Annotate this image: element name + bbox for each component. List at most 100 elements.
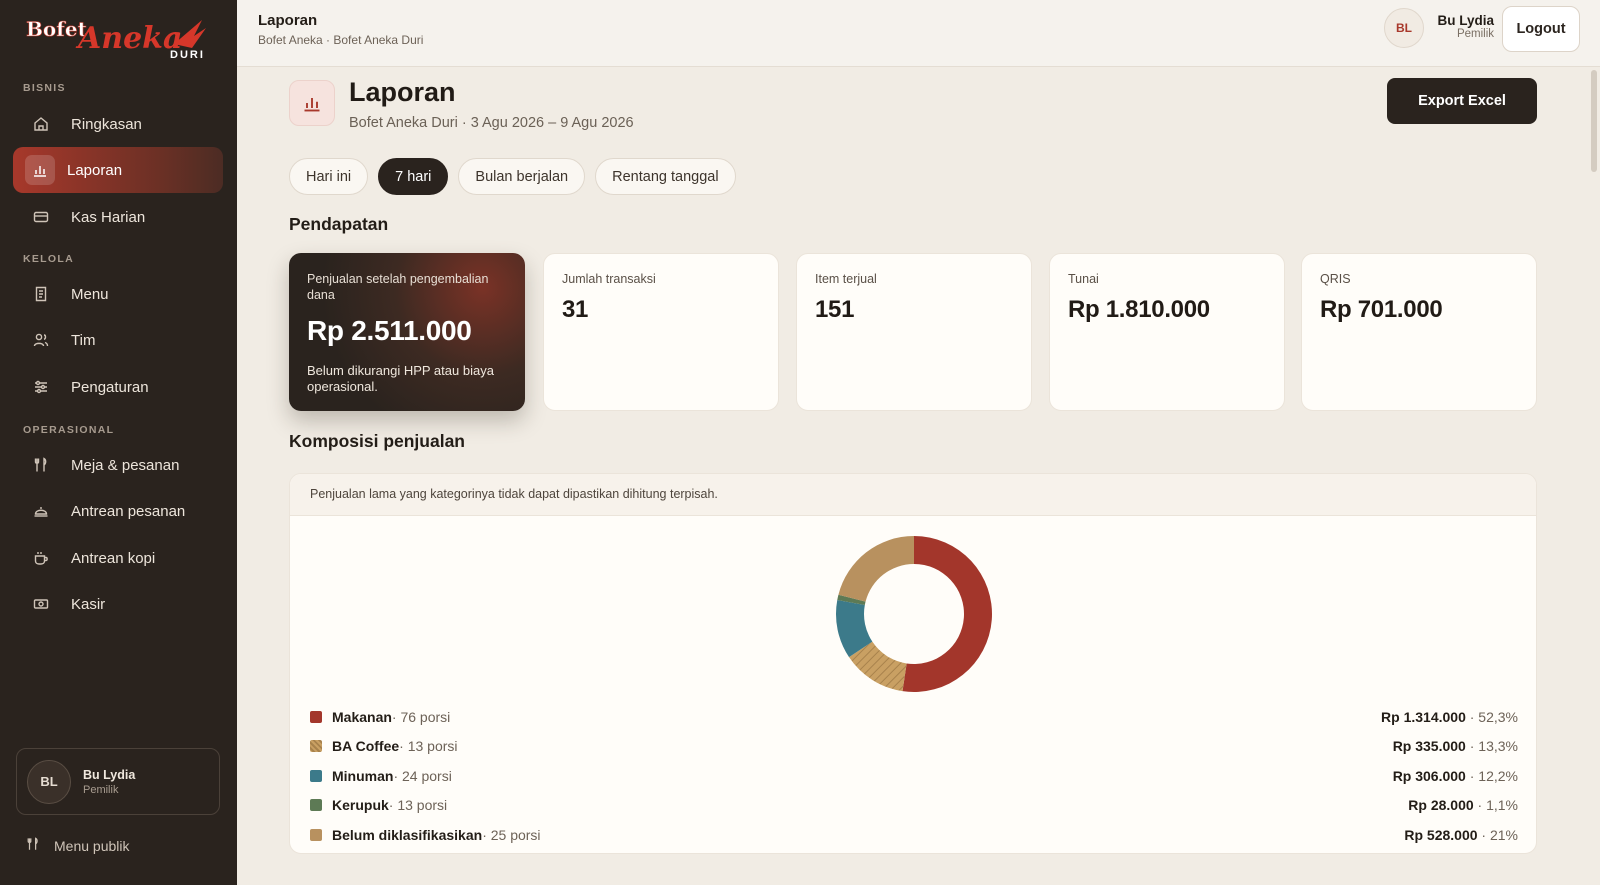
bar-chart-icon	[25, 155, 55, 185]
composition-note: Penjualan lama yang kategorinya tidak da…	[290, 474, 1536, 516]
sidebar: Bofet Aneka DURI BISNIS Ringkasan Lapora…	[0, 0, 237, 885]
export-excel-button[interactable]: Export Excel	[1387, 78, 1537, 124]
composition-legend: Makanan · 76 porsi Rp 1.314.000 · 52,3% …	[310, 702, 1518, 850]
public-menu-link[interactable]: Menu publik	[26, 836, 130, 855]
slice-makanan	[902, 536, 992, 692]
nav-section-kelola: KELOLA	[23, 253, 74, 265]
legend-amount: Rp 306.000	[1392, 767, 1466, 784]
legend-percent: · 13,3%	[1469, 738, 1518, 755]
nav-section-bisnis: BISNIS	[23, 82, 66, 94]
legend-meta: · 25 porsi	[482, 826, 541, 843]
cloche-icon	[31, 501, 51, 521]
card-value: 31	[562, 296, 589, 323]
sidebar-item-label: Antrean kopi	[71, 549, 156, 567]
sidebar-item-kas-harian[interactable]: Kas Harian	[13, 194, 223, 240]
composition-donut-chart	[836, 536, 992, 692]
logo-text-aneka: Aneka	[75, 21, 182, 56]
section-title-pendapatan: Pendapatan	[289, 214, 389, 234]
logo-text-duri: DURI	[170, 49, 205, 61]
sidebar-item-antrean-kopi[interactable]: Antrean kopi	[13, 535, 223, 581]
breadcrumb: Bofet Aneka · Bofet Aneka Duri	[258, 33, 424, 47]
composition-panel: Penjualan lama yang kategorinya tidak da…	[289, 473, 1537, 854]
stat-card-qris: QRIS Rp 701.000	[1301, 253, 1537, 411]
sidebar-item-kasir[interactable]: Kasir	[13, 581, 223, 627]
avatar[interactable]: BL	[1384, 8, 1424, 48]
user-role: Pemilik	[1456, 28, 1494, 40]
legend-amount: Rp 335.000	[1392, 738, 1466, 755]
legend-percent: · 12,2%	[1469, 767, 1518, 784]
legend-meta: · 13 porsi	[388, 797, 448, 814]
legend-percent: · 1,1%	[1477, 797, 1518, 814]
page-title: Laporan	[349, 77, 456, 107]
legend-name: Minuman	[332, 767, 394, 784]
stat-card-tunai: Tunai Rp 1.810.000	[1049, 253, 1285, 411]
legend-swatch	[310, 828, 322, 841]
sidebar-item-ringkasan[interactable]: Ringkasan	[13, 101, 223, 147]
card-note: Belum dikurangi HPP atau biaya operasion…	[307, 363, 494, 394]
sidebar-item-label: Antrean pesanan	[71, 502, 186, 520]
utensils-icon	[31, 455, 51, 475]
bar-chart-icon	[289, 80, 335, 126]
legend-amount: Rp 28.000	[1408, 797, 1474, 814]
page-subtitle: Bofet Aneka Duri · 3 Agu 2026 – 9 Agu 20…	[349, 115, 634, 131]
legend-percent: · 52,3%	[1469, 708, 1518, 725]
tab-bulan-berjalan[interactable]: Bulan berjalan	[458, 158, 586, 195]
sidebar-item-meja-pesanan[interactable]: Meja & pesanan	[13, 442, 223, 488]
nav-section-operasional: OPERASIONAL	[23, 424, 115, 436]
topbar-user: Bu Lydia Pemilik	[1434, 13, 1494, 40]
sidebar-item-label: Kas Harian	[71, 208, 146, 226]
card-value: Rp 701.000	[1320, 296, 1443, 323]
period-tabs: Hari ini 7 hari Bulan berjalan Rentang t…	[289, 158, 746, 195]
sidebar-user-card[interactable]: BL Bu Lydia Pemilik	[16, 748, 220, 815]
tab-hari-ini[interactable]: Hari ini	[289, 158, 369, 195]
sidebar-item-label: Laporan	[67, 161, 123, 179]
sidebar-item-menu[interactable]: Menu	[13, 271, 223, 317]
sidebar-item-label: Ringkasan	[71, 115, 142, 133]
tab-rentang-tanggal[interactable]: Rentang tanggal	[595, 158, 736, 195]
sidebar-item-label: Tim	[71, 331, 96, 349]
legend-meta: · 24 porsi	[393, 767, 452, 784]
section-title-komposisi: Komposisi penjualan	[289, 431, 465, 451]
user-name: Bu Lydia	[1437, 13, 1494, 28]
sidebar-item-pengaturan[interactable]: Pengaturan	[13, 364, 223, 410]
sidebar-item-label: Pengaturan	[71, 378, 149, 396]
legend-row-ba-coffee: BA Coffee · 13 porsi Rp 335.000 · 13,3%	[310, 732, 1518, 762]
slice-belum-diklasifikasikan	[838, 536, 914, 602]
scrollbar[interactable]	[1591, 70, 1597, 172]
avatar: BL	[27, 759, 71, 804]
legend-name: Makanan	[332, 708, 392, 725]
card-label: Penjualan setelah pengembalian dana	[307, 272, 489, 302]
receipt-icon	[31, 284, 51, 304]
coffee-icon	[31, 548, 51, 568]
sidebar-item-label: Meja & pesanan	[71, 456, 180, 474]
legend-swatch	[310, 769, 322, 782]
card-icon	[31, 207, 51, 227]
sidebar-item-antrean-pesanan[interactable]: Antrean pesanan	[13, 488, 223, 534]
card-label: QRIS	[1320, 272, 1351, 286]
sliders-icon	[31, 377, 51, 397]
legend-swatch	[310, 740, 322, 753]
tab-7-hari[interactable]: 7 hari	[378, 158, 449, 195]
cash-icon	[31, 594, 51, 614]
legend-row-kerupuk: Kerupuk · 13 porsi Rp 28.000 · 1,1%	[310, 791, 1518, 821]
legend-amount: Rp 528.000	[1404, 826, 1478, 843]
legend-row-minuman: Minuman · 24 porsi Rp 306.000 · 12,2%	[310, 761, 1518, 791]
card-label: Jumlah transaksi	[562, 272, 656, 286]
brand-logo[interactable]: Bofet Aneka DURI	[24, 14, 214, 62]
main-content: Laporan Bofet Aneka Duri · 3 Agu 2026 – …	[237, 67, 1600, 885]
legend-swatch	[310, 710, 322, 723]
legend-meta: · 76 porsi	[391, 708, 451, 725]
logout-button[interactable]: Logout	[1502, 6, 1580, 52]
legend-amount: Rp 1.314.000	[1381, 708, 1466, 725]
sidebar-item-tim[interactable]: Tim	[13, 317, 223, 363]
legend-percent: · 21%	[1481, 826, 1518, 843]
legend-row-makanan: Makanan · 76 porsi Rp 1.314.000 · 52,3%	[310, 702, 1518, 732]
legend-name: BA Coffee	[332, 738, 400, 755]
legend-meta: · 13 porsi	[399, 738, 458, 755]
utensils-icon	[26, 836, 40, 855]
sidebar-item-label: Kasir	[71, 595, 106, 613]
user-name: Bu Lydia	[83, 767, 136, 782]
topbar: Laporan Bofet Aneka · Bofet Aneka Duri B…	[237, 0, 1600, 67]
sidebar-item-laporan[interactable]: Laporan	[13, 147, 223, 193]
public-menu-label: Menu publik	[54, 837, 130, 854]
